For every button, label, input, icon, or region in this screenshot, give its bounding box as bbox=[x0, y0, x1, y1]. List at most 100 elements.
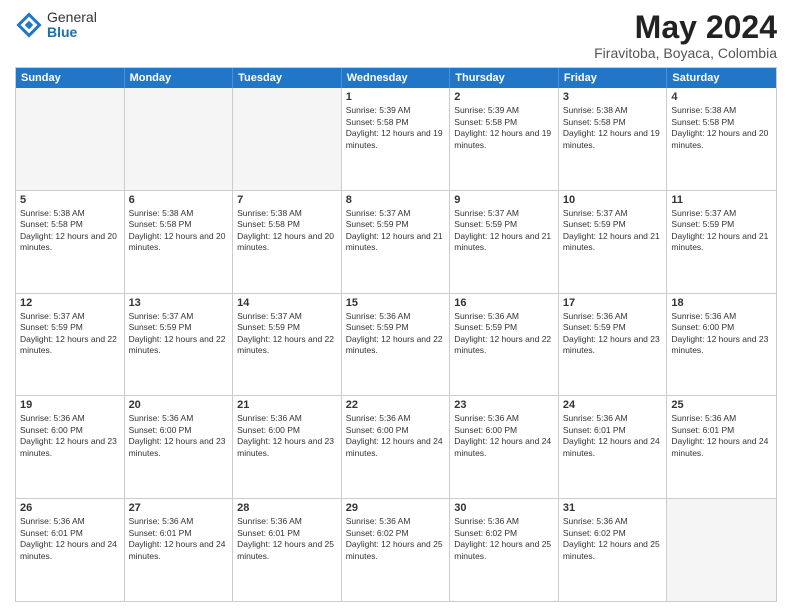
cell-text: Sunrise: 5:36 AMSunset: 6:00 PMDaylight:… bbox=[129, 413, 229, 459]
cell-text: Sunrise: 5:36 AMSunset: 5:59 PMDaylight:… bbox=[346, 311, 446, 357]
calendar-cell: 23 Sunrise: 5:36 AMSunset: 6:00 PMDayligh… bbox=[450, 396, 559, 498]
header-day-wednesday: Wednesday bbox=[342, 68, 451, 88]
cell-text: Sunrise: 5:36 AMSunset: 5:59 PMDaylight:… bbox=[454, 311, 554, 357]
logo: General Blue bbox=[15, 10, 97, 41]
day-number: 23 bbox=[454, 399, 554, 411]
cell-text: Sunrise: 5:38 AMSunset: 5:58 PMDaylight:… bbox=[237, 208, 337, 254]
calendar-cell: 5 Sunrise: 5:38 AMSunset: 5:58 PMDaylight… bbox=[16, 191, 125, 293]
cell-text: Sunrise: 5:36 AMSunset: 6:01 PMDaylight:… bbox=[563, 413, 663, 459]
cell-text: Sunrise: 5:36 AMSunset: 6:01 PMDaylight:… bbox=[671, 413, 772, 459]
day-number: 4 bbox=[671, 91, 772, 103]
page: General Blue May 2024 Firavitoba, Boyaca… bbox=[0, 0, 792, 612]
calendar-cell: 29 Sunrise: 5:36 AMSunset: 6:02 PMDayligh… bbox=[342, 499, 451, 601]
day-number: 11 bbox=[671, 194, 772, 206]
calendar-cell: 25 Sunrise: 5:36 AMSunset: 6:01 PMDayligh… bbox=[667, 396, 776, 498]
day-number: 7 bbox=[237, 194, 337, 206]
calendar-row-3: 19 Sunrise: 5:36 AMSunset: 6:00 PMDayligh… bbox=[16, 395, 776, 498]
header-day-friday: Friday bbox=[559, 68, 668, 88]
calendar-row-0: 1Sunrise: 5:39 AMSunset: 5:58 PMDaylight… bbox=[16, 88, 776, 190]
cell-text: Sunrise: 5:36 AMSunset: 6:02 PMDaylight:… bbox=[454, 516, 554, 562]
day-number: 1 bbox=[346, 91, 446, 103]
calendar-cell: 22 Sunrise: 5:36 AMSunset: 6:00 PMDayligh… bbox=[342, 396, 451, 498]
cell-text: Sunrise: 5:36 AMSunset: 6:00 PMDaylight:… bbox=[237, 413, 337, 459]
calendar-cell: 11 Sunrise: 5:37 AMSunset: 5:59 PMDayligh… bbox=[667, 191, 776, 293]
calendar-row-4: 26 Sunrise: 5:36 AMSunset: 6:01 PMDayligh… bbox=[16, 498, 776, 601]
day-number: 14 bbox=[237, 297, 337, 309]
calendar-cell bbox=[125, 88, 234, 190]
calendar-cell: 13 Sunrise: 5:37 AMSunset: 5:59 PMDayligh… bbox=[125, 294, 234, 396]
cell-text: Sunrise: 5:38 AMSunset: 5:58 PMDaylight:… bbox=[129, 208, 229, 254]
calendar-row-2: 12 Sunrise: 5:37 AMSunset: 5:59 PMDayligh… bbox=[16, 293, 776, 396]
day-number: 15 bbox=[346, 297, 446, 309]
calendar-cell: 7 Sunrise: 5:38 AMSunset: 5:58 PMDaylight… bbox=[233, 191, 342, 293]
calendar-cell bbox=[667, 499, 776, 601]
cell-text: Sunrise: 5:36 AMSunset: 6:01 PMDaylight:… bbox=[129, 516, 229, 562]
calendar-cell: 30 Sunrise: 5:36 AMSunset: 6:02 PMDayligh… bbox=[450, 499, 559, 601]
cell-text: Sunrise: 5:38 AMSunset: 5:58 PMDaylight:… bbox=[671, 105, 772, 151]
header-day-monday: Monday bbox=[125, 68, 234, 88]
day-number: 25 bbox=[671, 399, 772, 411]
cell-text: Sunrise: 5:36 AMSunset: 6:02 PMDaylight:… bbox=[346, 516, 446, 562]
calendar: SundayMondayTuesdayWednesdayThursdayFrid… bbox=[15, 67, 777, 602]
cell-text: Sunrise: 5:38 AMSunset: 5:58 PMDaylight:… bbox=[563, 105, 663, 151]
header-day-saturday: Saturday bbox=[667, 68, 776, 88]
day-number: 28 bbox=[237, 502, 337, 514]
calendar-cell: 4 Sunrise: 5:38 AMSunset: 5:58 PMDaylight… bbox=[667, 88, 776, 190]
cell-text: Sunrise: 5:36 AMSunset: 6:00 PMDaylight:… bbox=[671, 311, 772, 357]
calendar-cell: 20Sunrise: 5:36 AMSunset: 6:00 PMDayligh… bbox=[125, 396, 234, 498]
cell-text: Sunrise: 5:36 AMSunset: 6:00 PMDaylight:… bbox=[454, 413, 554, 459]
cell-text: Sunrise: 5:37 AMSunset: 5:59 PMDaylight:… bbox=[20, 311, 120, 357]
calendar-cell: 10 Sunrise: 5:37 AMSunset: 5:59 PMDayligh… bbox=[559, 191, 668, 293]
cell-text: Sunrise: 5:36 AMSunset: 6:02 PMDaylight:… bbox=[563, 516, 663, 562]
day-number: 16 bbox=[454, 297, 554, 309]
logo-icon bbox=[15, 11, 43, 39]
calendar-cell: 18 Sunrise: 5:36 AMSunset: 6:00 PMDayligh… bbox=[667, 294, 776, 396]
calendar-cell: 6Sunrise: 5:38 AMSunset: 5:58 PMDaylight… bbox=[125, 191, 234, 293]
cell-text: Sunrise: 5:37 AMSunset: 5:59 PMDaylight:… bbox=[237, 311, 337, 357]
cell-text: Sunrise: 5:37 AMSunset: 5:59 PMDaylight:… bbox=[129, 311, 229, 357]
calendar-cell: 9Sunrise: 5:37 AMSunset: 5:59 PMDaylight… bbox=[450, 191, 559, 293]
cell-text: Sunrise: 5:36 AMSunset: 6:00 PMDaylight:… bbox=[20, 413, 120, 459]
calendar-cell: 8Sunrise: 5:37 AMSunset: 5:59 PMDaylight… bbox=[342, 191, 451, 293]
day-number: 18 bbox=[671, 297, 772, 309]
main-title: May 2024 bbox=[594, 10, 777, 45]
header-day-sunday: Sunday bbox=[16, 68, 125, 88]
calendar-cell: 17Sunrise: 5:36 AMSunset: 5:59 PMDayligh… bbox=[559, 294, 668, 396]
calendar-cell: 19 Sunrise: 5:36 AMSunset: 6:00 PMDayligh… bbox=[16, 396, 125, 498]
calendar-cell: 2Sunrise: 5:39 AMSunset: 5:58 PMDaylight… bbox=[450, 88, 559, 190]
day-number: 29 bbox=[346, 502, 446, 514]
day-number: 27 bbox=[129, 502, 229, 514]
day-number: 5 bbox=[20, 194, 120, 206]
calendar-cell: 24Sunrise: 5:36 AMSunset: 6:01 PMDayligh… bbox=[559, 396, 668, 498]
day-number: 10 bbox=[563, 194, 663, 206]
calendar-cell: 16 Sunrise: 5:36 AMSunset: 5:59 PMDayligh… bbox=[450, 294, 559, 396]
cell-text: Sunrise: 5:37 AMSunset: 5:59 PMDaylight:… bbox=[563, 208, 663, 254]
day-number: 8 bbox=[346, 194, 446, 206]
day-number: 21 bbox=[237, 399, 337, 411]
calendar-cell: 28Sunrise: 5:36 AMSunset: 6:01 PMDayligh… bbox=[233, 499, 342, 601]
logo-text: General Blue bbox=[47, 10, 97, 41]
cell-text: Sunrise: 5:36 AMSunset: 6:01 PMDaylight:… bbox=[20, 516, 120, 562]
cell-text: Sunrise: 5:38 AMSunset: 5:58 PMDaylight:… bbox=[20, 208, 120, 254]
day-number: 12 bbox=[20, 297, 120, 309]
logo-blue: Blue bbox=[47, 25, 97, 40]
day-number: 31 bbox=[563, 502, 663, 514]
header-day-thursday: Thursday bbox=[450, 68, 559, 88]
calendar-header: SundayMondayTuesdayWednesdayThursdayFrid… bbox=[16, 68, 776, 88]
day-number: 22 bbox=[346, 399, 446, 411]
calendar-row-1: 5 Sunrise: 5:38 AMSunset: 5:58 PMDaylight… bbox=[16, 190, 776, 293]
header-day-tuesday: Tuesday bbox=[233, 68, 342, 88]
day-number: 13 bbox=[129, 297, 229, 309]
calendar-cell bbox=[233, 88, 342, 190]
day-number: 26 bbox=[20, 502, 120, 514]
day-number: 17 bbox=[563, 297, 663, 309]
header: General Blue May 2024 Firavitoba, Boyaca… bbox=[15, 10, 777, 61]
calendar-body: 1Sunrise: 5:39 AMSunset: 5:58 PMDaylight… bbox=[16, 88, 776, 601]
cell-text: Sunrise: 5:37 AMSunset: 5:59 PMDaylight:… bbox=[671, 208, 772, 254]
day-number: 19 bbox=[20, 399, 120, 411]
calendar-cell: 15 Sunrise: 5:36 AMSunset: 5:59 PMDayligh… bbox=[342, 294, 451, 396]
title-section: May 2024 Firavitoba, Boyaca, Colombia bbox=[594, 10, 777, 61]
cell-text: Sunrise: 5:36 AMSunset: 6:00 PMDaylight:… bbox=[346, 413, 446, 459]
day-number: 30 bbox=[454, 502, 554, 514]
calendar-cell: 1Sunrise: 5:39 AMSunset: 5:58 PMDaylight… bbox=[342, 88, 451, 190]
